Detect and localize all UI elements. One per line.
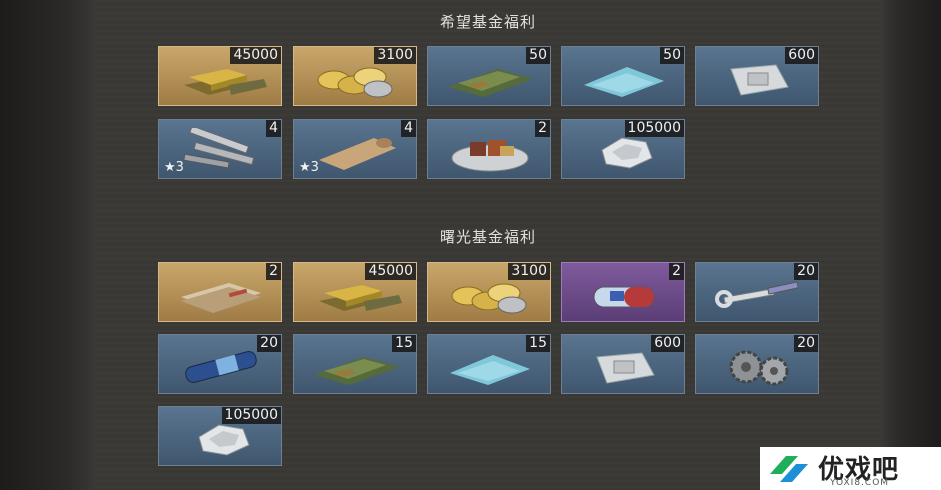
section-title-dawn-fund: 曙光基金福利	[439, 228, 536, 246]
reward-item-gold-coins[interactable]: 3100	[427, 262, 551, 322]
item-count: 600	[651, 335, 684, 352]
reward-item-silver-ore[interactable]: 105000	[158, 406, 282, 466]
reward-item-camo-wraps[interactable]: 15	[293, 334, 417, 394]
reward-item-medicine-capsule[interactable]: 2	[561, 262, 685, 322]
right-backdrop	[881, 0, 941, 490]
item-count: 3100	[508, 263, 550, 280]
watermark-logo: 优戏吧 YOXI8.COM	[760, 447, 941, 490]
document-packs-icon	[181, 283, 261, 313]
item-count: 600	[785, 47, 818, 64]
item-count: 50	[526, 47, 550, 64]
item-count: 15	[392, 335, 416, 352]
watermark-subtext: YOXI8.COM	[830, 478, 890, 488]
item-count: 2	[266, 263, 281, 280]
star-rating: ★3	[299, 160, 319, 175]
reward-item-gold-bars[interactable]: 45000	[158, 46, 282, 106]
reward-item-blue-cloth[interactable]: 50	[561, 46, 685, 106]
item-count: 20	[257, 335, 281, 352]
item-count: 45000	[230, 47, 281, 64]
metal-rods-icon	[183, 128, 255, 169]
reward-item-gold-coins[interactable]: 3100	[293, 46, 417, 106]
reward-item-parts-bag[interactable]: 600	[561, 334, 685, 394]
reward-item-food-plate[interactable]: 2	[427, 119, 551, 179]
section-title-hope-fund: 希望基金福利	[439, 13, 536, 31]
item-count: 15	[526, 335, 550, 352]
rewards-panel: 希望基金福利 45000 3100 50 50 600 4 ★3 4 ★3 2 …	[95, 0, 881, 490]
reward-item-gears[interactable]: 20	[695, 334, 819, 394]
item-count: 45000	[365, 263, 416, 280]
item-count: 4	[401, 120, 416, 137]
reward-item-gold-bars[interactable]: 45000	[293, 262, 417, 322]
food-plate-icon	[451, 140, 529, 172]
blueprint-scroll-icon	[319, 138, 396, 170]
reward-item-battery-cell[interactable]: 20	[158, 334, 282, 394]
item-count: 3100	[374, 47, 416, 64]
reward-item-wrench-syringe[interactable]: 20	[695, 262, 819, 322]
reward-item-camo-wraps[interactable]: 50	[427, 46, 551, 106]
watermark-logo-icon	[770, 456, 808, 482]
item-count: 2	[535, 120, 550, 137]
reward-item-blue-cloth[interactable]: 15	[427, 334, 551, 394]
reward-item-document-packs[interactable]: 2	[158, 262, 282, 322]
reward-item-silver-ore[interactable]: 105000	[561, 119, 685, 179]
item-count: 105000	[221, 407, 281, 424]
item-count: 105000	[624, 120, 684, 137]
star-rating: ★3	[164, 160, 184, 175]
item-count: 20	[794, 335, 818, 352]
reward-item-metal-rods[interactable]: 4 ★3	[158, 119, 282, 179]
item-count: 20	[794, 263, 818, 280]
reward-item-parts-bag[interactable]: 600	[695, 46, 819, 106]
reward-item-blueprint-scroll[interactable]: 4 ★3	[293, 119, 417, 179]
item-count: 4	[266, 120, 281, 137]
medicine-capsule-icon	[593, 286, 655, 308]
left-backdrop	[0, 0, 95, 490]
item-count: 2	[669, 263, 684, 280]
item-count: 50	[660, 47, 684, 64]
